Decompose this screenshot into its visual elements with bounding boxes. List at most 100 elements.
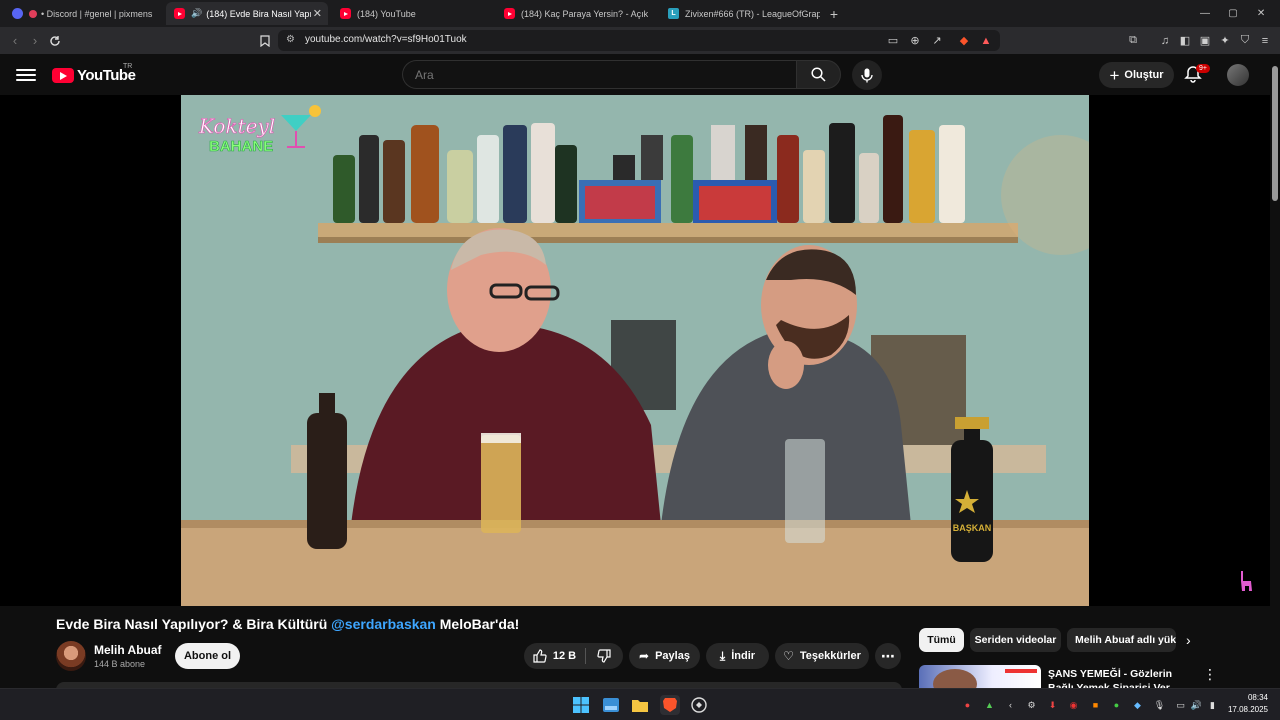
leo-ai-icon[interactable]: ✦: [1216, 27, 1234, 54]
search-box[interactable]: [402, 60, 796, 89]
recording-icon: [29, 9, 37, 18]
tab-leagueofgraphs[interactable]: L Zivixen#666 (TR) - LeagueOfGraphs: [660, 2, 820, 25]
more-actions-button[interactable]: ⋯: [875, 643, 901, 669]
vertical-dots-icon[interactable]: ⋮: [1203, 666, 1217, 683]
chevron-right-icon[interactable]: ›: [1186, 632, 1191, 648]
bookmark-icon[interactable]: [255, 27, 275, 54]
search-input[interactable]: [415, 68, 775, 82]
video-scene: BAŞKAN Kokteyl BAHANE: [181, 95, 1089, 606]
youtube-header: YouTube TR + Oluştur 9+: [0, 54, 1270, 95]
chip-all[interactable]: Tümü: [919, 628, 964, 652]
page-scrollbar[interactable]: [1270, 54, 1280, 688]
back-icon[interactable]: ‹: [5, 27, 25, 54]
battery-icon[interactable]: ▮: [1206, 699, 1219, 711]
download-button[interactable]: ⤓ İndir: [706, 643, 769, 669]
menu-icon[interactable]: ≡: [1256, 27, 1274, 54]
thumbs-down-icon: [597, 649, 611, 663]
forward-icon[interactable]: ›: [25, 27, 45, 54]
reload-icon[interactable]: [45, 27, 65, 54]
tray-app3-icon[interactable]: ●: [1110, 699, 1123, 711]
channel-name[interactable]: Melih Abuaf: [94, 643, 162, 657]
scrollbar-thumb[interactable]: [1272, 66, 1278, 201]
tab-kac-paraya[interactable]: (184) Kaç Paraya Yersin? - Açık Artırm: [496, 2, 656, 25]
close-window-button[interactable]: ✕: [1250, 2, 1272, 25]
share-icon[interactable]: ↗: [928, 27, 946, 54]
voice-search-button[interactable]: [852, 60, 882, 90]
tray-app-icon[interactable]: ●: [961, 699, 974, 711]
url-bar[interactable]: ⚙ youtube.com/watch?v=sf9Ho01Tuok ▭ ⊕ ↗ …: [278, 30, 1000, 51]
sidebar-icon[interactable]: ◧: [1176, 27, 1194, 54]
create-button[interactable]: + Oluştur: [1099, 62, 1174, 88]
close-tab-icon[interactable]: ✕: [313, 7, 322, 20]
like-button[interactable]: 12 B: [524, 643, 585, 669]
recommendation-title[interactable]: ŞANS YEMEĞİ - Gözlerin Bağlı Yemek Sipar…: [1048, 667, 1193, 688]
clock-date[interactable]: 17.08.2025: [1226, 705, 1268, 714]
tray-gear-icon[interactable]: ⚙: [1025, 699, 1038, 711]
chip-channel-uploads[interactable]: Melih Abuaf adlı yükl: [1067, 628, 1176, 652]
network-icon[interactable]: ▭: [1174, 699, 1187, 711]
dislike-button[interactable]: [588, 643, 620, 669]
youtube-icon: [340, 8, 351, 19]
tray-record-icon[interactable]: ◉: [1067, 699, 1080, 711]
wallet-icon[interactable]: ▣: [1196, 27, 1214, 54]
channel-avatar[interactable]: [56, 641, 86, 671]
url-text[interactable]: youtube.com/watch?v=sf9Ho01Tuok: [305, 34, 467, 45]
minimize-button[interactable]: —: [1194, 2, 1216, 25]
youtube-icon: [174, 8, 185, 19]
music-icon[interactable]: ♫: [1156, 27, 1174, 54]
like-count: 12 B: [552, 650, 577, 662]
cast-icon[interactable]: ▭: [884, 27, 902, 54]
brave-browser-icon[interactable]: [660, 695, 680, 715]
tray-app4-icon[interactable]: ◆: [1131, 699, 1144, 711]
widgets-icon[interactable]: [601, 695, 621, 715]
tab-label: • Discord | #genel | pixmens: [41, 8, 153, 19]
tray-download-icon[interactable]: ⬇: [1046, 699, 1059, 711]
hamburger-menu-icon[interactable]: [16, 66, 36, 82]
share-button[interactable]: ➦ Paylaş: [629, 643, 700, 669]
tab-discord[interactable]: • Discord | #genel | pixmens: [4, 2, 164, 25]
brave-rewards-icon[interactable]: ▲: [977, 27, 995, 54]
tab-label: (184) Evde Bira Nasıl Yapılıyor: [206, 8, 312, 19]
nvidia-icon[interactable]: ▲: [983, 699, 996, 711]
maximize-button[interactable]: ▢: [1222, 2, 1244, 25]
video-frame[interactable]: BAŞKAN Kokteyl BAHANE: [181, 95, 1089, 606]
vpn-icon[interactable]: ⛉: [1236, 27, 1254, 54]
tray-app2-icon[interactable]: ■: [1089, 699, 1102, 711]
clock-time[interactable]: 08:34: [1236, 693, 1268, 702]
recommendation-thumbnail[interactable]: [919, 665, 1041, 689]
thanks-button[interactable]: ♡ Teşekkürler: [775, 643, 869, 669]
llama-extension-icon[interactable]: [1237, 569, 1255, 593]
microphone-icon: [861, 68, 873, 82]
mention-link[interactable]: @serdarbaskan: [331, 616, 436, 632]
search-button[interactable]: [796, 60, 841, 89]
subscribe-button[interactable]: Abone ol: [175, 643, 240, 669]
tab-label: (184) YouTube: [357, 8, 416, 19]
account-avatar[interactable]: [1227, 64, 1249, 86]
svg-text:Kokteyl: Kokteyl: [198, 114, 275, 138]
zoom-icon[interactable]: ⊕: [906, 27, 924, 54]
volume-icon[interactable]: 🔊: [1190, 699, 1203, 711]
new-tab-button[interactable]: +: [822, 2, 846, 25]
site-info-icon[interactable]: ⚙: [286, 34, 295, 45]
tray-arrow-icon[interactable]: ‹: [1004, 699, 1017, 711]
screenshot-icon[interactable]: ⧉: [1124, 27, 1142, 54]
download-icon: ⤓: [719, 648, 726, 663]
chip-series-videos[interactable]: Seriden videolar: [970, 628, 1061, 652]
browser-toolbar: ‹ › ⚙ youtube.com/watch?v=sf9Ho01Tuok ▭ …: [0, 27, 1280, 54]
bottle-label: BAŞKAN: [953, 523, 992, 533]
video-title: Evde Bira Nasıl Yapılıyor? & Bira Kültür…: [56, 616, 520, 632]
video-player[interactable]: BAŞKAN Kokteyl BAHANE: [0, 95, 1270, 606]
app-icon[interactable]: [689, 695, 709, 715]
brave-shield-icon[interactable]: ◆: [955, 27, 973, 54]
leagueofgraphs-icon: L: [668, 8, 679, 19]
tab-label: Zivixen#666 (TR) - LeagueOfGraphs: [685, 8, 820, 19]
tab-evde-bira[interactable]: 🔊 (184) Evde Bira Nasıl Yapılıyor ✕: [166, 2, 328, 25]
windows-start-icon[interactable]: [571, 695, 591, 715]
tab-label: (184) Kaç Paraya Yersin? - Açık Artırm: [521, 8, 648, 19]
file-explorer-icon[interactable]: [630, 695, 650, 715]
tab-youtube[interactable]: (184) YouTube: [332, 2, 490, 25]
tray-mic-icon[interactable]: 🎙: [1153, 699, 1166, 711]
subscriber-count: 144 B abone: [94, 659, 146, 669]
browser-tab-bar: • Discord | #genel | pixmens 🔊 (184) Evd…: [0, 0, 1280, 27]
super-thanks-icon: ♡: [783, 649, 794, 663]
